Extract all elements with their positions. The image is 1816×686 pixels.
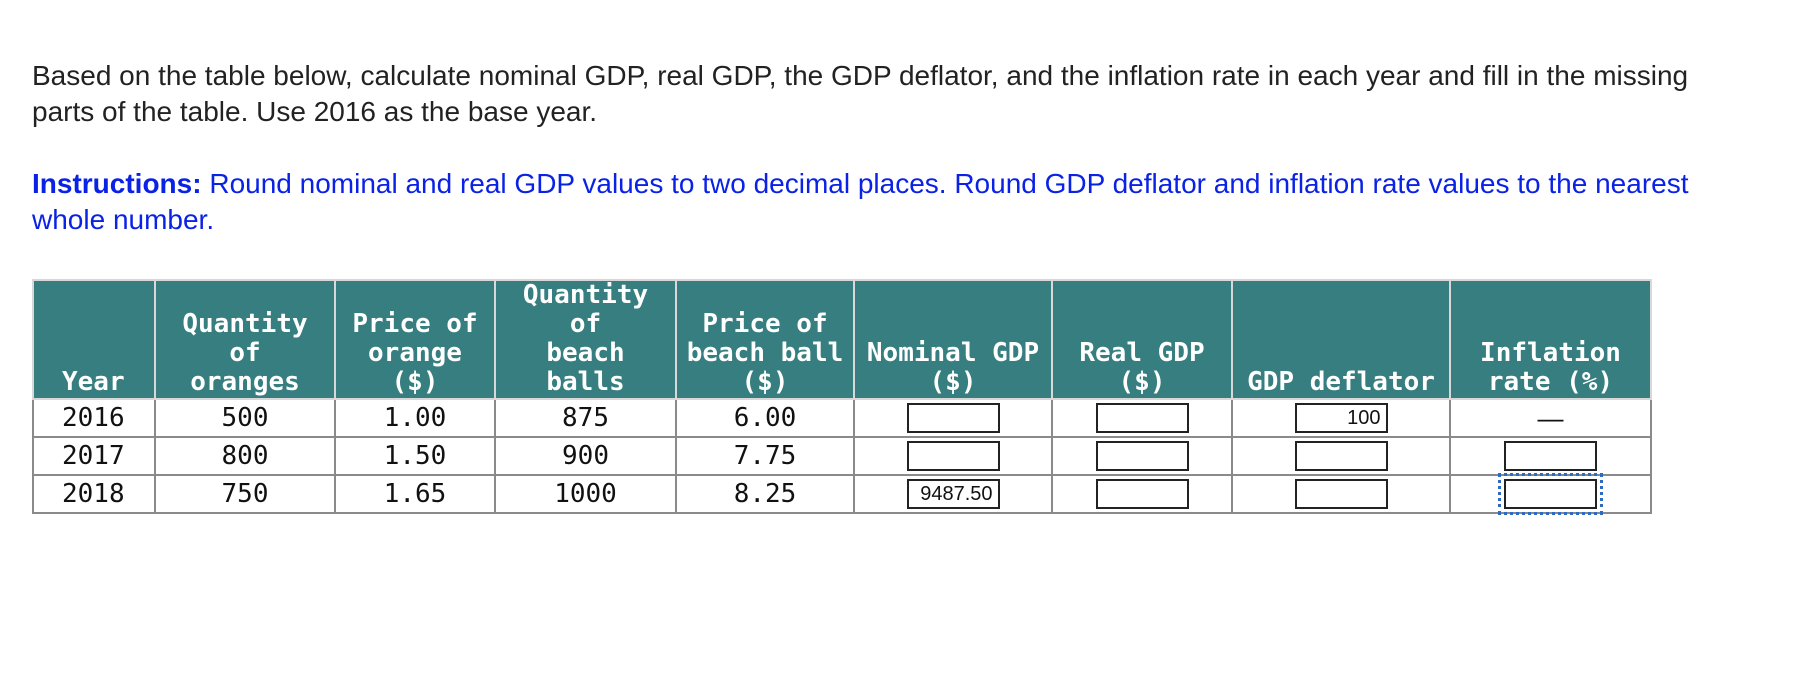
table-row-2017: 2017 800 1.50 900 7.75 <box>32 436 1652 476</box>
gdp-deflator-input-2017[interactable] <box>1294 441 1388 472</box>
cell-gdp-deflator <box>1231 436 1451 476</box>
cell-nominal-gdp: 9487.50 <box>853 474 1053 514</box>
header-nominal-gdp: Nominal GDP ($) <box>853 279 1053 400</box>
real-gdp-input-2018[interactable] <box>1095 479 1189 510</box>
cell-inflation-rate <box>1449 436 1652 476</box>
cell-price-orange: 1.50 <box>334 436 496 476</box>
header-year: Year <box>32 279 156 400</box>
inflation-rate-input-2018[interactable] <box>1498 473 1603 516</box>
cell-price-orange: 1.00 <box>334 398 496 438</box>
cell-inflation-rate <box>1449 473 1652 516</box>
gdp-deflator-input-2018[interactable] <box>1294 479 1388 510</box>
real-gdp-input-2016[interactable] <box>1095 403 1189 434</box>
instructions-lead: Instructions: <box>32 168 202 199</box>
cell-inflation-rate: — <box>1449 398 1652 438</box>
instructions-body: Round nominal and real GDP values to two… <box>32 168 1689 235</box>
nominal-gdp-input-2016[interactable] <box>906 403 1000 434</box>
nominal-gdp-input-2017[interactable] <box>906 441 1000 472</box>
real-gdp-input-2017[interactable] <box>1095 441 1189 472</box>
cell-nominal-gdp <box>853 398 1053 438</box>
instructions-text: Instructions: Round nominal and real GDP… <box>32 166 1752 238</box>
cell-price-beach-ball: 7.75 <box>675 436 855 476</box>
table-row-2016: 2016 500 1.00 875 6.00 100 — <box>32 398 1652 438</box>
cell-quantity-beach-balls: 900 <box>494 436 677 476</box>
inflation-rate-input-2017[interactable] <box>1504 441 1597 472</box>
cell-quantity-beach-balls: 875 <box>494 398 677 438</box>
header-quantity-oranges: Quantity of oranges <box>154 279 336 400</box>
gdp-table: Year Quantity of oranges Price of orange ($… <box>32 279 1652 516</box>
cell-price-orange: 1.65 <box>334 474 496 514</box>
table-header-row: Year Quantity of oranges Price of orange ($… <box>32 279 1652 400</box>
cell-quantity-oranges: 750 <box>154 474 336 514</box>
cell-year: 2016 <box>32 398 156 438</box>
cell-real-gdp <box>1051 436 1233 476</box>
cell-nominal-gdp <box>853 436 1053 476</box>
header-real-gdp: Real GDP ($) <box>1051 279 1233 400</box>
cell-price-beach-ball: 6.00 <box>675 398 855 438</box>
cell-quantity-oranges: 500 <box>154 398 336 438</box>
header-price-orange: Price of orange ($) <box>334 279 496 400</box>
cell-quantity-beach-balls: 1000 <box>494 474 677 514</box>
cell-quantity-oranges: 800 <box>154 436 336 476</box>
cell-price-beach-ball: 8.25 <box>675 474 855 514</box>
question-text: Based on the table below, calculate nomi… <box>32 60 1689 127</box>
inflation-rate-dash-2016: — <box>1537 402 1564 433</box>
cell-gdp-deflator: 100 <box>1231 398 1451 438</box>
gdp-deflator-input-2016[interactable]: 100 <box>1294 403 1388 434</box>
cell-real-gdp <box>1051 474 1233 514</box>
cell-real-gdp <box>1051 398 1233 438</box>
header-gdp-deflator: GDP deflator <box>1231 279 1451 400</box>
header-inflation-rate: Inflation rate (%) <box>1449 279 1652 400</box>
table-row-2018: 2018 750 1.65 1000 8.25 9487.50 <box>32 473 1652 516</box>
nominal-gdp-input-2018[interactable]: 9487.50 <box>906 479 1000 510</box>
header-price-beach-ball: Price of beach ball ($) <box>675 279 855 400</box>
cell-year: 2017 <box>32 436 156 476</box>
cell-gdp-deflator <box>1231 474 1451 514</box>
header-quantity-beach-balls: Quantity of beach balls <box>494 279 677 400</box>
cell-year: 2018 <box>32 474 156 514</box>
